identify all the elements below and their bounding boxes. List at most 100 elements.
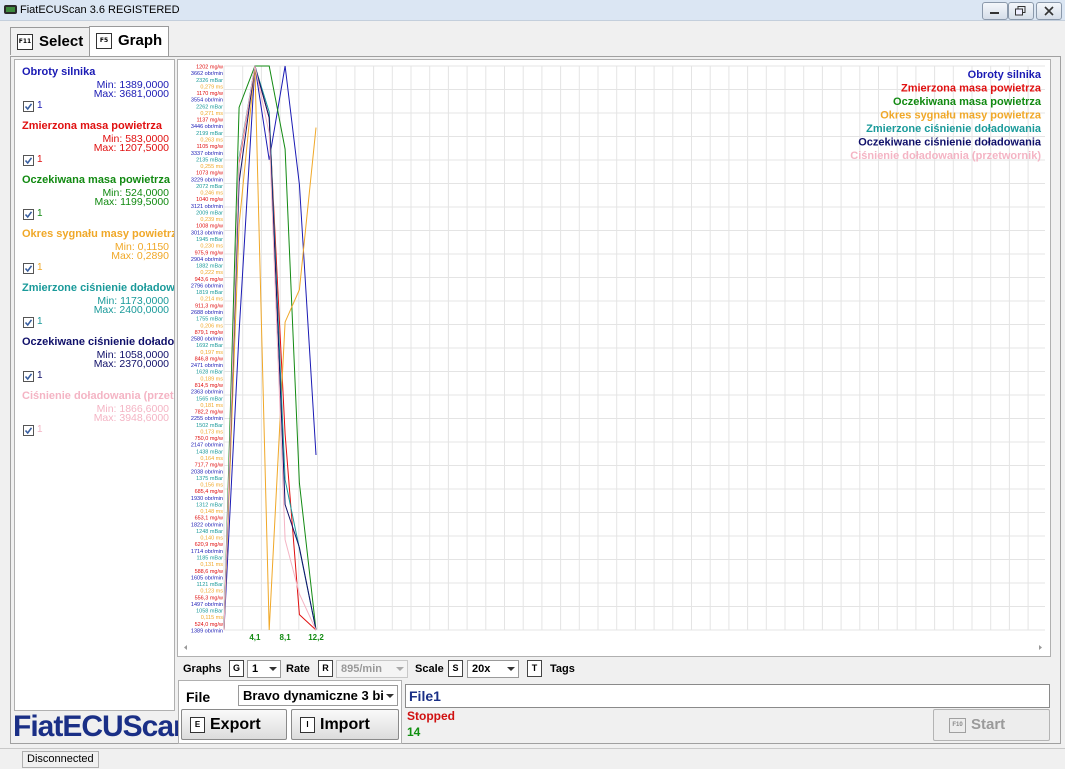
y-tick-label: 2326 mBar <box>196 78 223 84</box>
y-tick-label: 1692 mBar <box>196 343 223 349</box>
parameter-max: Max: 3681,0000 <box>93 88 169 100</box>
tab-graph-key: F5 <box>96 33 112 49</box>
parameter-item[interactable]: Zmierzona masa powietrza Min: 583,0000 Max… <box>15 114 174 168</box>
graphs-label: Graphs <box>183 663 222 675</box>
start-button[interactable]: F10 Start <box>933 709 1050 741</box>
y-tick-label: 1945 mBar <box>196 237 223 243</box>
rate-label: Rate <box>286 663 310 675</box>
import-key: I <box>300 717 315 733</box>
y-tick-label: 1312 mBar <box>196 502 223 508</box>
file-select[interactable]: Bravo dynamiczne 3 bi <box>238 685 398 706</box>
parameter-checkbox-label: 1 <box>37 316 43 327</box>
x-tick-label: 12,2 <box>308 633 324 642</box>
tab-graph-label: Graph <box>118 32 163 49</box>
record-count: 14 <box>407 725 421 739</box>
y-tick-label: 0,246 ms <box>200 191 223 197</box>
y-tick-label: 2796 obr/min <box>191 283 223 289</box>
parameter-checkbox[interactable] <box>23 155 34 166</box>
parameter-checkbox-label: 1 <box>37 424 43 435</box>
y-tick-label: 1375 mBar <box>196 476 223 482</box>
parameter-name: Zmierzona masa powietrza <box>22 120 162 132</box>
import-label: Import <box>320 716 370 733</box>
y-tick-label: 0,164 ms <box>200 456 223 462</box>
parameter-checkbox-label: 1 <box>37 100 43 111</box>
rate-select[interactable]: 895/min <box>336 660 408 678</box>
legend-entry: Oczekiwana masa powietrza <box>893 96 1042 108</box>
parameter-checkbox-label: 1 <box>37 262 43 273</box>
y-tick-label: 2255 obr/min <box>191 416 223 422</box>
export-key: E <box>190 717 205 733</box>
parameter-item[interactable]: Zmierzone ciśnienie doładow Min: 1173,000… <box>15 276 174 330</box>
x-tick-label: 4,1 <box>249 633 261 642</box>
tab-select[interactable]: F11 Select <box>10 27 90 55</box>
import-button[interactable]: I Import <box>291 709 399 740</box>
y-tick-label: 911,3 mg/w <box>195 303 223 309</box>
horizontal-scrollbar[interactable] <box>180 642 1046 653</box>
y-tick-label: 653,1 mg/w <box>195 516 223 522</box>
parameter-checkbox[interactable] <box>23 371 34 382</box>
parameter-checkbox[interactable] <box>23 101 34 112</box>
y-tick-label: 1040 mg/w <box>196 197 223 203</box>
parameter-item[interactable]: Oczekiwane ciśnienie dołado Min: 1058,000… <box>15 330 174 384</box>
app-icon <box>4 5 17 14</box>
y-tick-label: 2199 mBar <box>196 131 223 137</box>
y-tick-label: 782,2 mg/w <box>195 410 223 416</box>
parameter-item[interactable]: Obroty silnika Min: 1389,0000 Max: 3681,00… <box>15 60 174 114</box>
parameter-checkbox[interactable] <box>23 209 34 220</box>
scale-key: S <box>448 660 463 677</box>
y-tick-label: 0,271 ms <box>200 111 223 117</box>
parameter-checkbox[interactable] <box>23 263 34 274</box>
file-select-value: Bravo dynamiczne 3 bi <box>243 688 384 703</box>
graph-area: 1202 mg/w 3662 obr/min 2326 mBar 0,279 ms 11… <box>177 59 1051 657</box>
y-tick-label: 2147 obr/min <box>191 443 223 449</box>
scale-select[interactable]: 20x <box>467 660 519 678</box>
tab-select-label: Select <box>39 33 84 50</box>
minimize-button[interactable] <box>982 2 1008 20</box>
y-tick-label: 0,181 ms <box>200 403 223 409</box>
parameter-max: Max: 2400,0000 <box>93 304 169 316</box>
export-button[interactable]: E Export <box>181 709 287 740</box>
y-tick-label: 524,0 mg/w <box>195 622 223 628</box>
tags-key[interactable]: T <box>527 660 542 677</box>
connection-status: Disconnected <box>22 751 99 768</box>
y-tick-label: 1819 mBar <box>196 290 223 296</box>
y-tick-label: 3013 obr/min <box>191 230 223 236</box>
y-tick-label: 0,156 ms <box>200 483 223 489</box>
close-button[interactable] <box>1036 2 1062 20</box>
legend-entry: Oczekiwane ciśnienie doładowania <box>858 137 1042 149</box>
scroll-right-icon[interactable] <box>1039 645 1042 650</box>
y-tick-label: 0,230 ms <box>200 244 223 250</box>
y-tick-label: 1248 mBar <box>196 529 223 535</box>
check-icon <box>24 319 33 327</box>
parameter-item[interactable]: Oczekiwana masa powietrza Min: 524,0000 Ma… <box>15 168 174 222</box>
parameter-name: Okres sygnału masy powietrz <box>22 228 175 240</box>
parameter-checkbox[interactable] <box>23 425 34 436</box>
x-tick-label: 8,1 <box>280 633 292 642</box>
tab-select-key: F11 <box>17 34 33 50</box>
scale-select-value: 20x <box>472 663 491 675</box>
parameter-checkbox[interactable] <box>23 317 34 328</box>
y-tick-label: 3662 obr/min <box>191 71 223 77</box>
status-text: Stopped <box>407 709 455 723</box>
restore-button[interactable] <box>1008 2 1034 20</box>
close-icon <box>1044 6 1054 16</box>
legend-entry: Okres sygnału masy powietrza <box>880 110 1042 122</box>
tab-graph[interactable]: F5 Graph <box>89 26 169 56</box>
graphs-select-value: 1 <box>252 663 259 675</box>
y-tick-label: 846,8 mg/w <box>195 356 223 362</box>
parameter-item[interactable]: Ciśnienie doładowania (przet Min: 1866,60… <box>15 384 174 438</box>
parameter-item[interactable]: Okres sygnału masy powietrz Min: 0,1150 Ma… <box>15 222 174 276</box>
parameter-max: Max: 2370,0000 <box>93 358 169 370</box>
tags-label: Tags <box>550 663 575 675</box>
y-tick-label: 556,3 mg/w <box>195 595 223 601</box>
y-tick-label: 0,222 ms <box>200 270 223 276</box>
y-tick-label: 0,173 ms <box>200 429 223 435</box>
status-bar: Disconnected <box>0 748 1065 769</box>
scroll-left-icon[interactable] <box>184 645 187 650</box>
y-tick-label: 1565 mBar <box>196 396 223 402</box>
y-tick-label: 0,206 ms <box>200 323 223 329</box>
parameter-max: Max: 1199,5000 <box>94 196 169 208</box>
y-tick-label: 1822 obr/min <box>191 522 223 528</box>
y-tick-label: 0,263 ms <box>200 137 223 143</box>
graphs-select[interactable]: 1 <box>247 660 281 678</box>
